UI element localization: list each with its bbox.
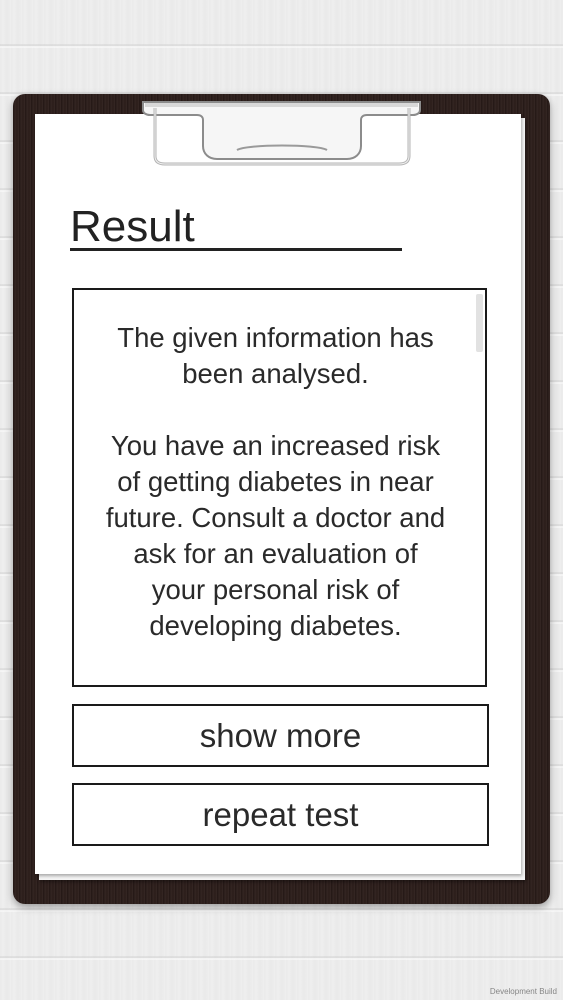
result-text-panel[interactable]: The given information has been analysed.… [72,288,487,687]
scrollbar[interactable] [476,294,483,352]
repeat-test-button[interactable]: repeat test [72,783,489,846]
clipboard-clip-icon [142,101,421,166]
show-more-button[interactable]: show more [72,704,489,767]
result-paragraph-analysed: The given information has been analysed. [117,322,434,389]
page-title: Result [70,200,402,251]
result-paragraph-risk: You have an increased risk of getting di… [105,430,446,641]
result-message: The given information has been analysed.… [80,320,471,644]
development-build-watermark: Development Build [489,987,557,996]
